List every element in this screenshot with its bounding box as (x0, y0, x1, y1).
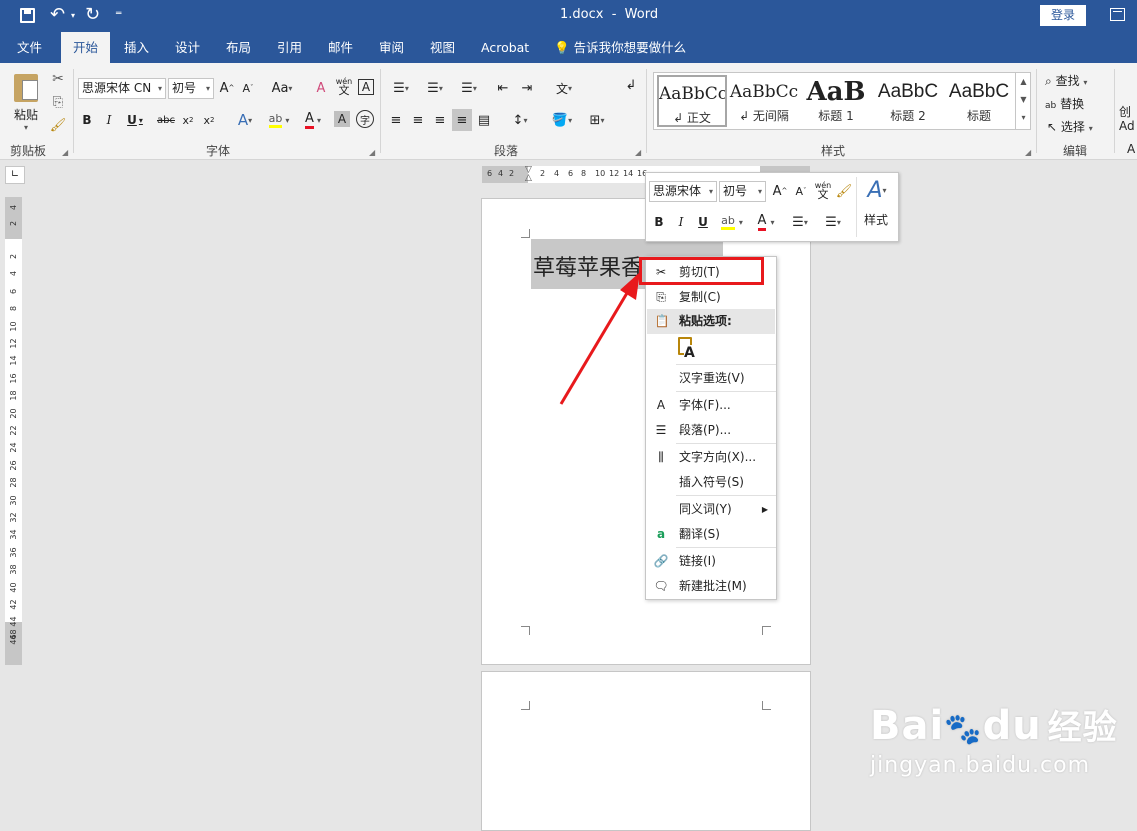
watermark-brand2: du (982, 703, 1042, 749)
annotation-arrow (559, 272, 640, 405)
paw-icon: 🐾 (944, 712, 983, 747)
watermark-url: jingyan.baidu.com (870, 753, 1091, 778)
watermark-cn: 经验 (1047, 708, 1118, 748)
watermark-brand: Bai (870, 703, 945, 749)
baidu-watermark: Bai🐾du 经验 jingyan.baidu.com (870, 700, 1118, 778)
